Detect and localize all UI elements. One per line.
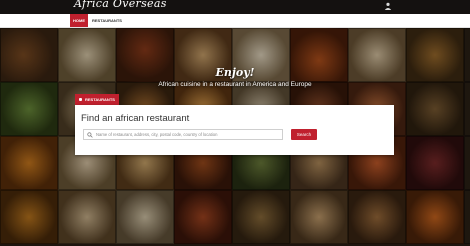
tab-restaurants-label: RESTAURANTS: [85, 97, 115, 102]
search-input[interactable]: [96, 130, 281, 139]
hero-subtitle: African cuisine in a restaurant in Ameri…: [158, 81, 312, 88]
nav-restaurants[interactable]: RESTAURANTS: [89, 14, 125, 27]
search-button[interactable]: Search: [291, 129, 317, 140]
main-nav: HOME RESTAURANTS: [0, 14, 470, 28]
hero-title: Enjoy!: [215, 66, 255, 79]
site-logo[interactable]: Africa Overseas: [74, 0, 167, 10]
search-field[interactable]: [83, 129, 283, 140]
search-panel: Find an african restaurant Search: [75, 105, 394, 155]
tab-restaurants[interactable]: RESTAURANTS: [75, 94, 119, 105]
top-bar: Africa Overseas: [0, 0, 470, 14]
search-icon: [87, 132, 93, 138]
home-icon: [79, 98, 82, 102]
user-icon[interactable]: [384, 2, 392, 10]
nav-home[interactable]: HOME: [70, 14, 88, 27]
search-heading: Find an african restaurant: [81, 113, 190, 124]
